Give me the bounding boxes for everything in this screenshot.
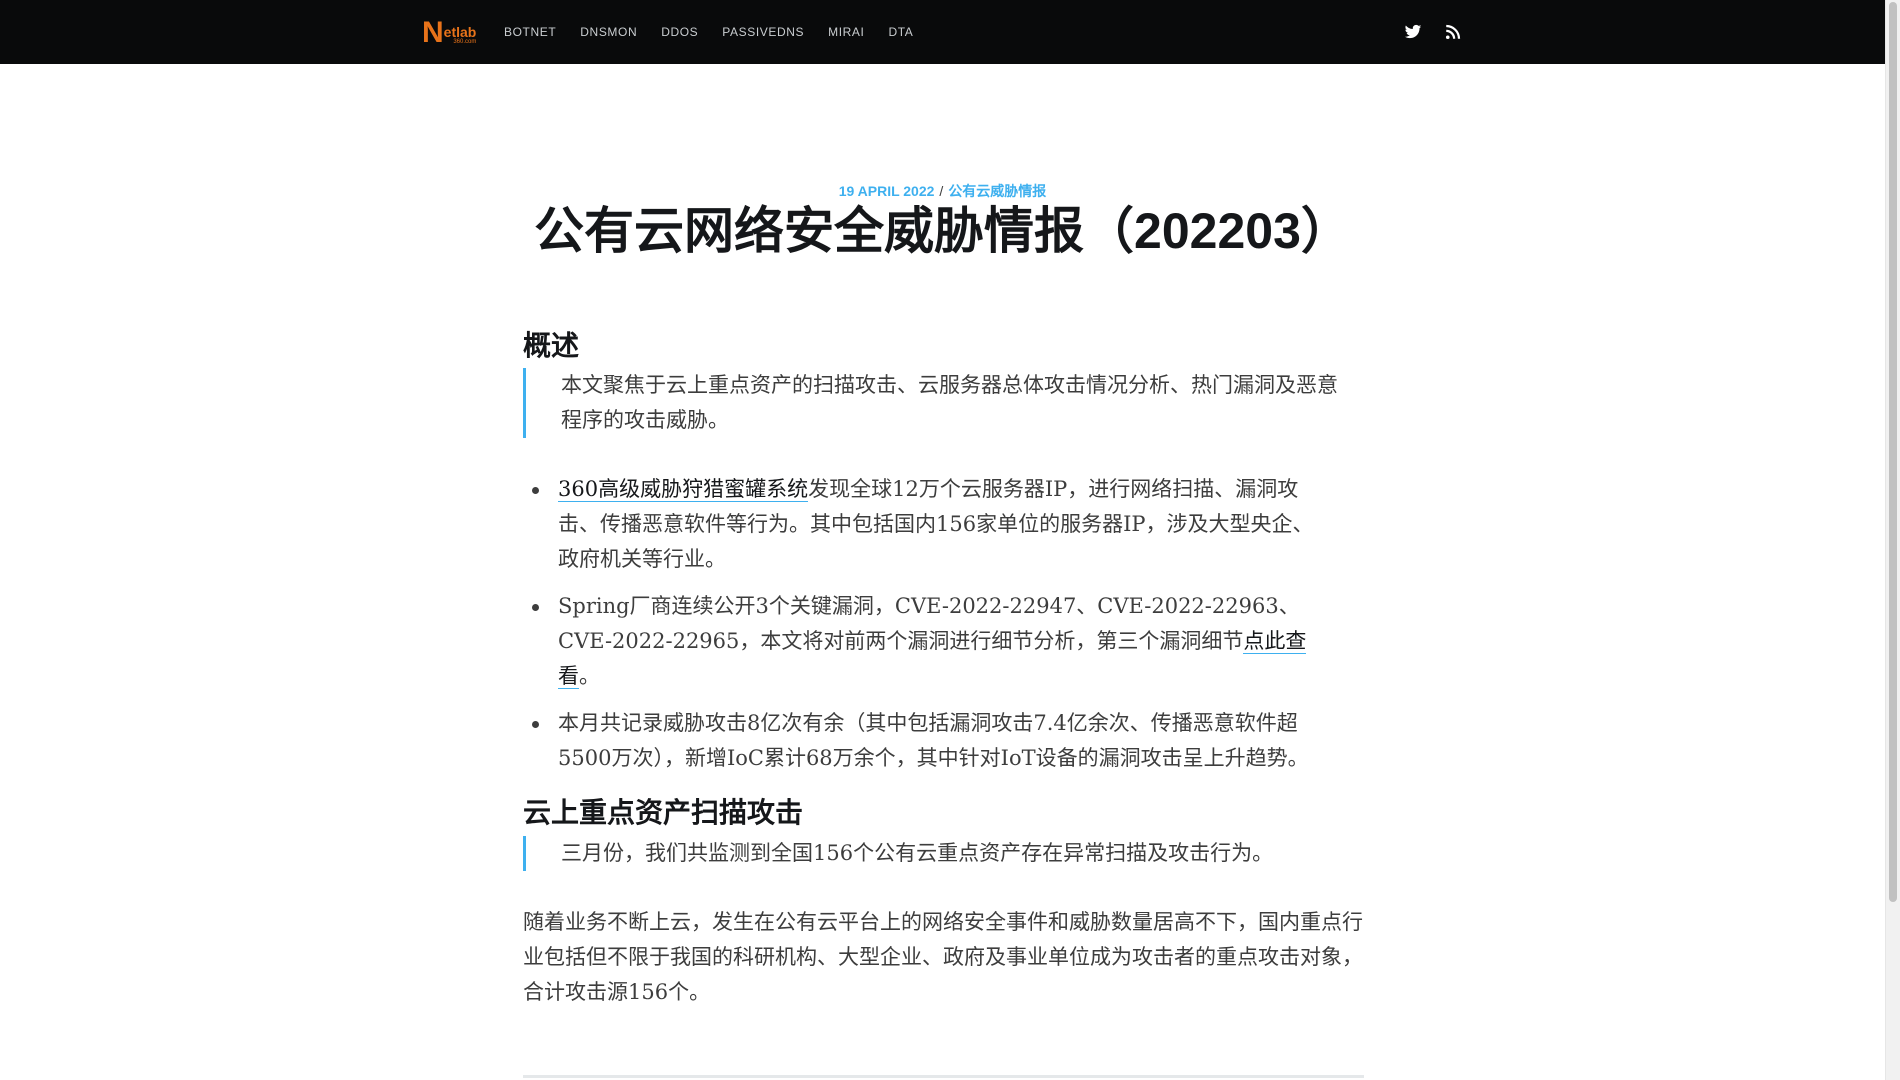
- scan-quote-text: 三月份，我们共监测到全国156个公有云重点资产存在异常扫描及攻击行为。: [561, 841, 1274, 865]
- content-divider: [523, 1075, 1364, 1078]
- nav-link-ddos[interactable]: DDOS: [661, 25, 698, 39]
- logo-subtext: 360.com: [453, 39, 477, 45]
- logo-word: etlab: [443, 24, 477, 40]
- list-item-text: 本月共记录威胁攻击8亿次有余（其中包括漏洞攻击7.4亿余次、传播恶意软件超550…: [558, 711, 1309, 770]
- post-tag-link[interactable]: 公有云威胁情报: [948, 183, 1046, 199]
- overview-quote: 本文聚焦于云上重点资产的扫描攻击、云服务器总体攻击情况分析、热门漏洞及恶意程序的…: [523, 368, 1343, 438]
- nav-link-dta[interactable]: DTA: [888, 25, 913, 39]
- list-item-text: Spring厂商连续公开3个关键漏洞，CVE-2022-22947、CVE-20…: [558, 594, 1300, 653]
- overview-quote-text: 本文聚焦于云上重点资产的扫描攻击、云服务器总体攻击情况分析、热门漏洞及恶意程序的…: [561, 373, 1338, 432]
- list-item: Spring厂商连续公开3个关键漏洞，CVE-2022-22947、CVE-20…: [523, 589, 1323, 694]
- logo-letter: N: [422, 16, 444, 49]
- honeypot-system-link[interactable]: 360高级威胁狩猎蜜罐系统: [558, 477, 809, 502]
- nav-link-passivedns[interactable]: PASSIVEDNS: [722, 25, 804, 39]
- heading-scan-attacks: 云上重点资产扫描攻击: [523, 797, 804, 828]
- summary-list: 360高级威胁狩猎蜜罐系统发现全球12万个云服务器IP，进行网络扫描、漏洞攻击、…: [523, 472, 1323, 788]
- list-item: 360高级威胁狩猎蜜罐系统发现全球12万个云服务器IP，进行网络扫描、漏洞攻击、…: [523, 472, 1323, 577]
- logo-text: etlab 360.com: [444, 25, 477, 46]
- post-date: 19 APRIL 2022: [838, 183, 935, 199]
- heading-overview: 概述: [523, 330, 580, 361]
- scrollbar-thumb[interactable]: [1889, 2, 1897, 902]
- nav-links: BOTNET DNSMON DDOS PASSIVEDNS MIRAI DTA: [504, 0, 937, 64]
- page: N etlab 360.com BOTNET DNSMON DDOS PASSI…: [0, 0, 1900, 1080]
- scrollbar[interactable]: [1885, 0, 1900, 1080]
- post-title: 公有云网络安全威胁情报（202203）: [534, 203, 1351, 259]
- top-navigation: N etlab 360.com BOTNET DNSMON DDOS PASSI…: [0, 0, 1885, 64]
- list-item-end: 。: [579, 664, 600, 688]
- meta-separator: /: [939, 183, 944, 199]
- post-meta: 19 APRIL 2022/公有云威胁情报: [0, 181, 1885, 201]
- twitter-icon[interactable]: [1404, 23, 1422, 41]
- rss-icon[interactable]: [1444, 23, 1462, 41]
- scan-paragraph: 随着业务不断上云，发生在公有云平台上的网络安全事件和威胁数量居高不下，国内重点行…: [523, 910, 1363, 1004]
- list-item: 本月共记录威胁攻击8亿次有余（其中包括漏洞攻击7.4亿余次、传播恶意软件超550…: [523, 706, 1323, 776]
- nav-link-botnet[interactable]: BOTNET: [504, 25, 556, 39]
- social-icons: [1404, 0, 1462, 64]
- nav-link-dnsmon[interactable]: DNSMON: [580, 25, 637, 39]
- netlab-logo[interactable]: N etlab 360.com: [422, 16, 477, 49]
- nav-link-mirai[interactable]: MIRAI: [828, 25, 864, 39]
- scan-quote: 三月份，我们共监测到全国156个公有云重点资产存在异常扫描及攻击行为。: [523, 836, 1343, 871]
